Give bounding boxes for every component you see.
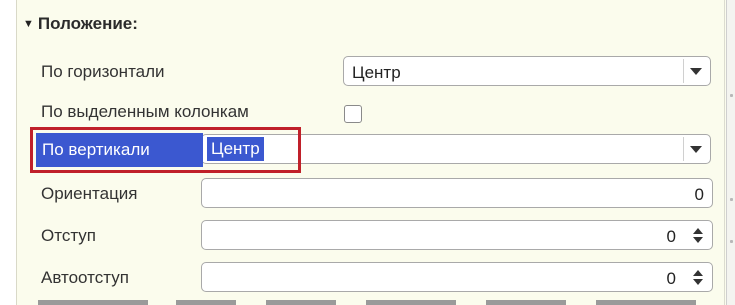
auto-indent-spinner[interactable]: [686, 265, 710, 289]
indent-spinner[interactable]: [686, 223, 710, 247]
panel-divider: [724, 0, 725, 305]
cut-off-text: [366, 300, 456, 305]
auto-indent-label: Автоотступ: [41, 268, 129, 287]
cut-off-text: [266, 300, 336, 305]
triangle-down-icon: ▼: [23, 17, 34, 30]
horizontal-value: Центр: [352, 63, 401, 82]
cut-off-text: [486, 300, 566, 305]
orientation-value: 0: [694, 185, 704, 204]
horizontal-dropdown-button[interactable]: [683, 59, 708, 83]
horizontal-dropdown[interactable]: Центр: [343, 56, 711, 86]
group-header-position[interactable]: ▼ Положение:: [23, 14, 138, 34]
indent-field[interactable]: 0: [201, 220, 713, 250]
auto-indent-value: 0: [666, 269, 676, 288]
highlight-frame: [30, 127, 301, 173]
orientation-label: Ориентация: [41, 184, 138, 203]
selected-columns-label: По выделенным колонкам: [41, 102, 249, 121]
indent-label: Отступ: [41, 226, 97, 245]
cut-off-text: [38, 300, 148, 305]
properties-panel: ▼ Положение: По горизонтали Центр По выд…: [16, 0, 727, 305]
auto-indent-field[interactable]: 0: [201, 262, 713, 292]
group-title: Положение:: [37, 14, 138, 33]
horizontal-label: По горизонтали: [41, 62, 165, 81]
spin-up-icon[interactable]: [693, 227, 703, 234]
cut-off-row: [16, 298, 711, 305]
orientation-field[interactable]: 0: [201, 178, 713, 208]
spin-up-icon[interactable]: [693, 269, 703, 276]
scrollbar-area[interactable]: [726, 0, 735, 305]
scroll-grip: [730, 198, 733, 201]
chevron-down-icon: [690, 67, 702, 75]
chevron-down-icon: [690, 145, 702, 153]
scroll-grip: [730, 240, 733, 243]
cut-off-text: [176, 300, 236, 305]
cut-off-text: [596, 300, 696, 305]
vertical-dropdown-button[interactable]: [683, 137, 708, 161]
spin-down-icon[interactable]: [693, 278, 703, 285]
scroll-grip: [730, 94, 733, 97]
spin-down-icon[interactable]: [693, 236, 703, 243]
indent-value: 0: [666, 227, 676, 246]
selected-columns-checkbox[interactable]: [344, 105, 362, 123]
